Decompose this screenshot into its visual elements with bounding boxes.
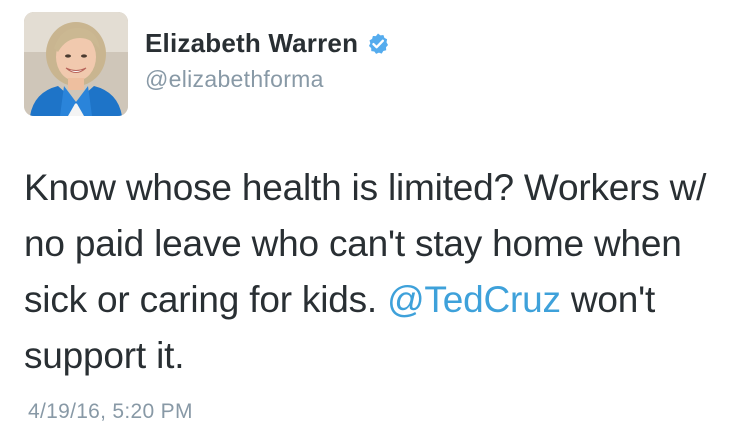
verified-badge-icon bbox=[366, 32, 390, 56]
tweet-card: Elizabeth Warren @elizabethforma Know wh… bbox=[0, 0, 750, 445]
mention-link[interactable]: @TedCruz bbox=[387, 279, 561, 320]
author-name-row: Elizabeth Warren bbox=[145, 28, 390, 59]
author-display-name[interactable]: Elizabeth Warren bbox=[145, 28, 358, 59]
profile-photo-icon bbox=[24, 12, 128, 116]
author-handle[interactable]: @elizabethforma bbox=[145, 66, 324, 93]
tweet-text: Know whose health is limited? Workers w/… bbox=[24, 160, 724, 384]
avatar[interactable] bbox=[24, 12, 128, 116]
tweet-timestamp[interactable]: 4/19/16, 5:20 PM bbox=[28, 400, 193, 424]
